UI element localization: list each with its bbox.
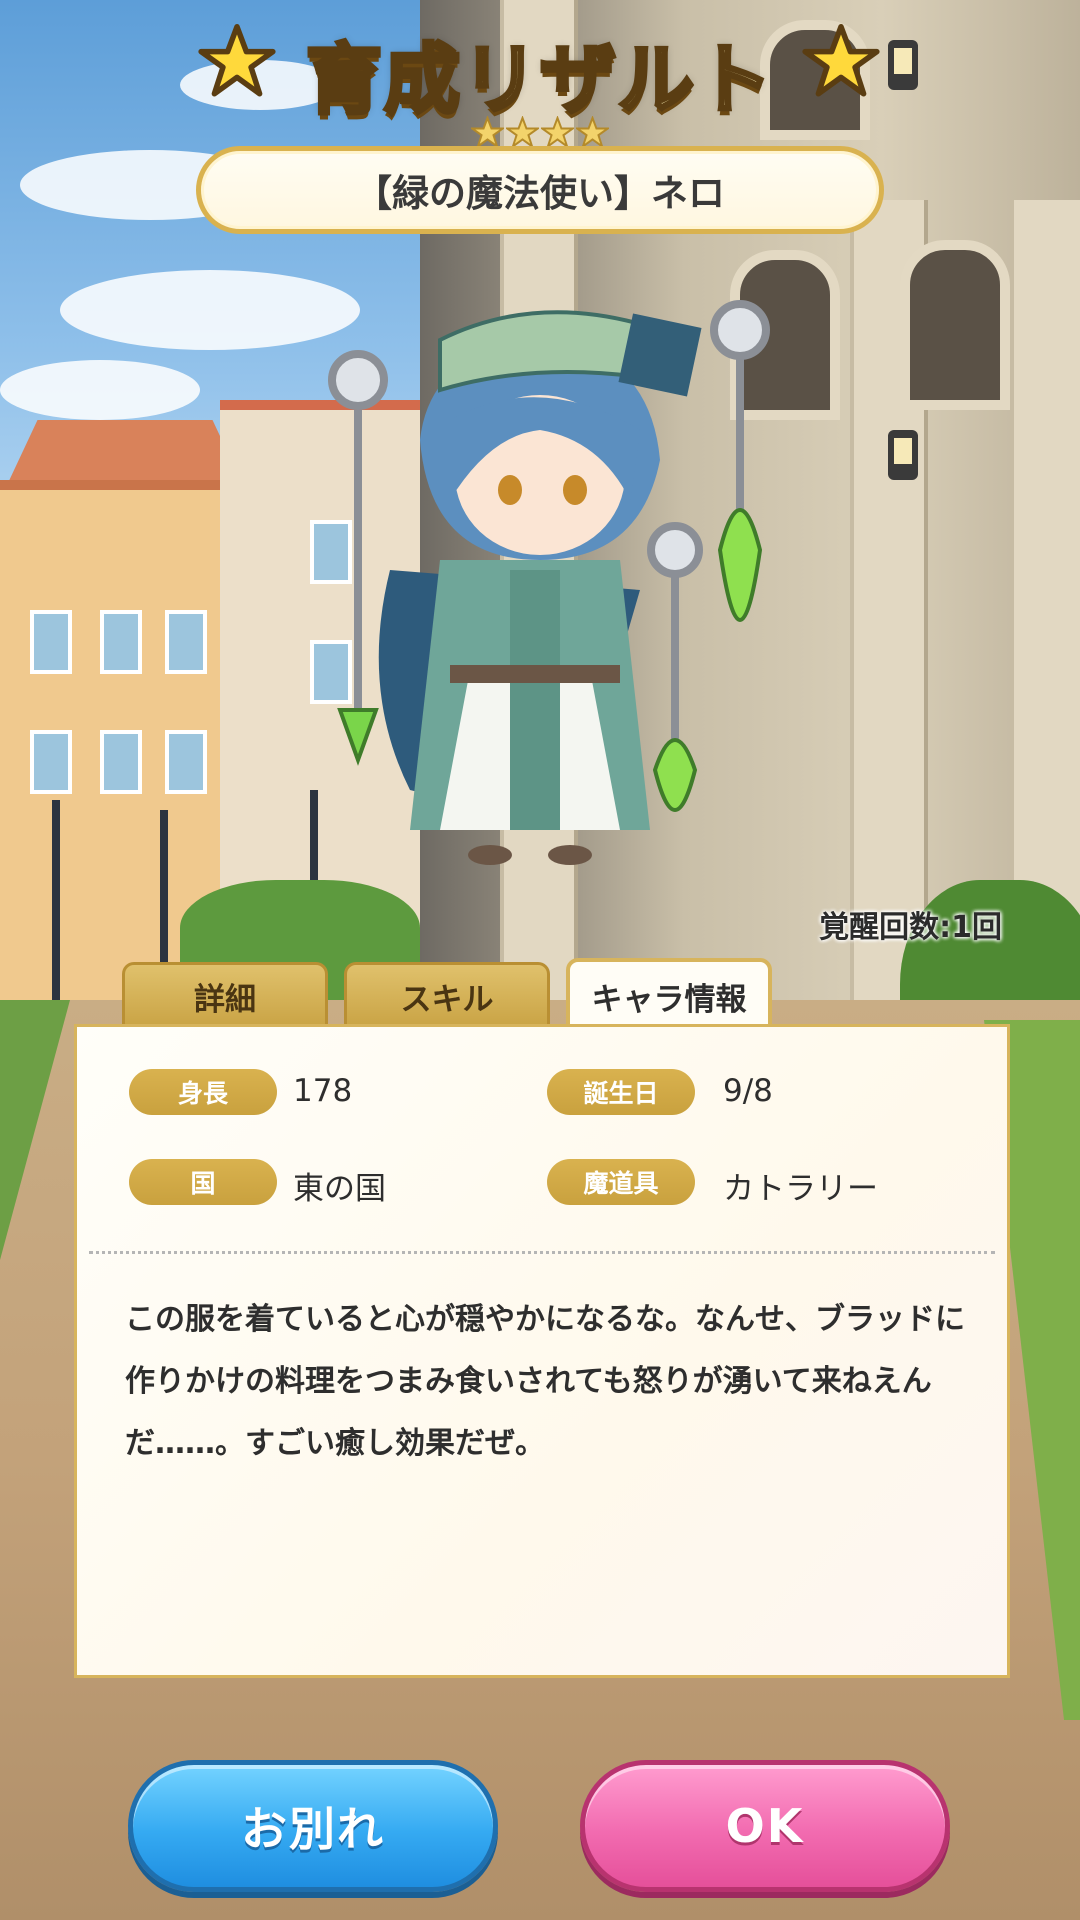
rarity-star-icon [541,116,574,149]
window [165,730,207,794]
magic-tool-value: カトラリー [723,1171,878,1207]
divider [89,1251,995,1254]
rarity-star-icon [576,116,609,149]
wall-lamp [888,430,918,480]
country-value: 東の国 [293,1171,386,1207]
tab-character-info[interactable]: キャラ情報 [566,958,772,1030]
ok-button[interactable]: OK [580,1760,950,1892]
country-label: 国 [129,1159,277,1205]
window [100,730,142,794]
staff-center [647,522,703,812]
window [30,610,72,674]
height-label: 身長 [129,1069,277,1115]
character-name: 【緑の魔法使い】ネロ [355,172,725,215]
awakening-count: 覚醒回数:1回 [819,910,1002,945]
character-description: この服を着ていると心が穏やかになるな。なんせ、ブラッドに作りかけの料理をつまみ食… [125,1302,965,1461]
window [100,610,142,674]
magic-tool-label: 魔道具 [547,1159,695,1205]
character-illustration [328,300,770,865]
birthday-value: 9/8 [723,1073,773,1109]
rarity-star-icon [506,116,539,149]
rarity-star-icon [471,116,504,149]
birthday-label: 誕生日 [547,1069,695,1115]
height-value: 178 [293,1073,353,1109]
staff-left [328,350,388,766]
screen-title: 育成リザルト [304,33,774,126]
tab-details[interactable]: 詳細 [122,962,328,1028]
cloud [0,360,200,420]
character-info-panel: 身長 178 誕生日 9/8 国 東の国 魔道具 カトラリー この服を着ていると… [74,1024,1010,1678]
farewell-button[interactable]: お別れ [128,1760,498,1892]
character-name-plate: 【緑の魔法使い】ネロ [196,146,884,234]
staff-right [710,300,770,622]
tab-skill[interactable]: スキル [344,962,550,1028]
street-lamp [52,800,60,1020]
window [165,610,207,674]
window [30,730,72,794]
arch-window [900,240,1010,410]
